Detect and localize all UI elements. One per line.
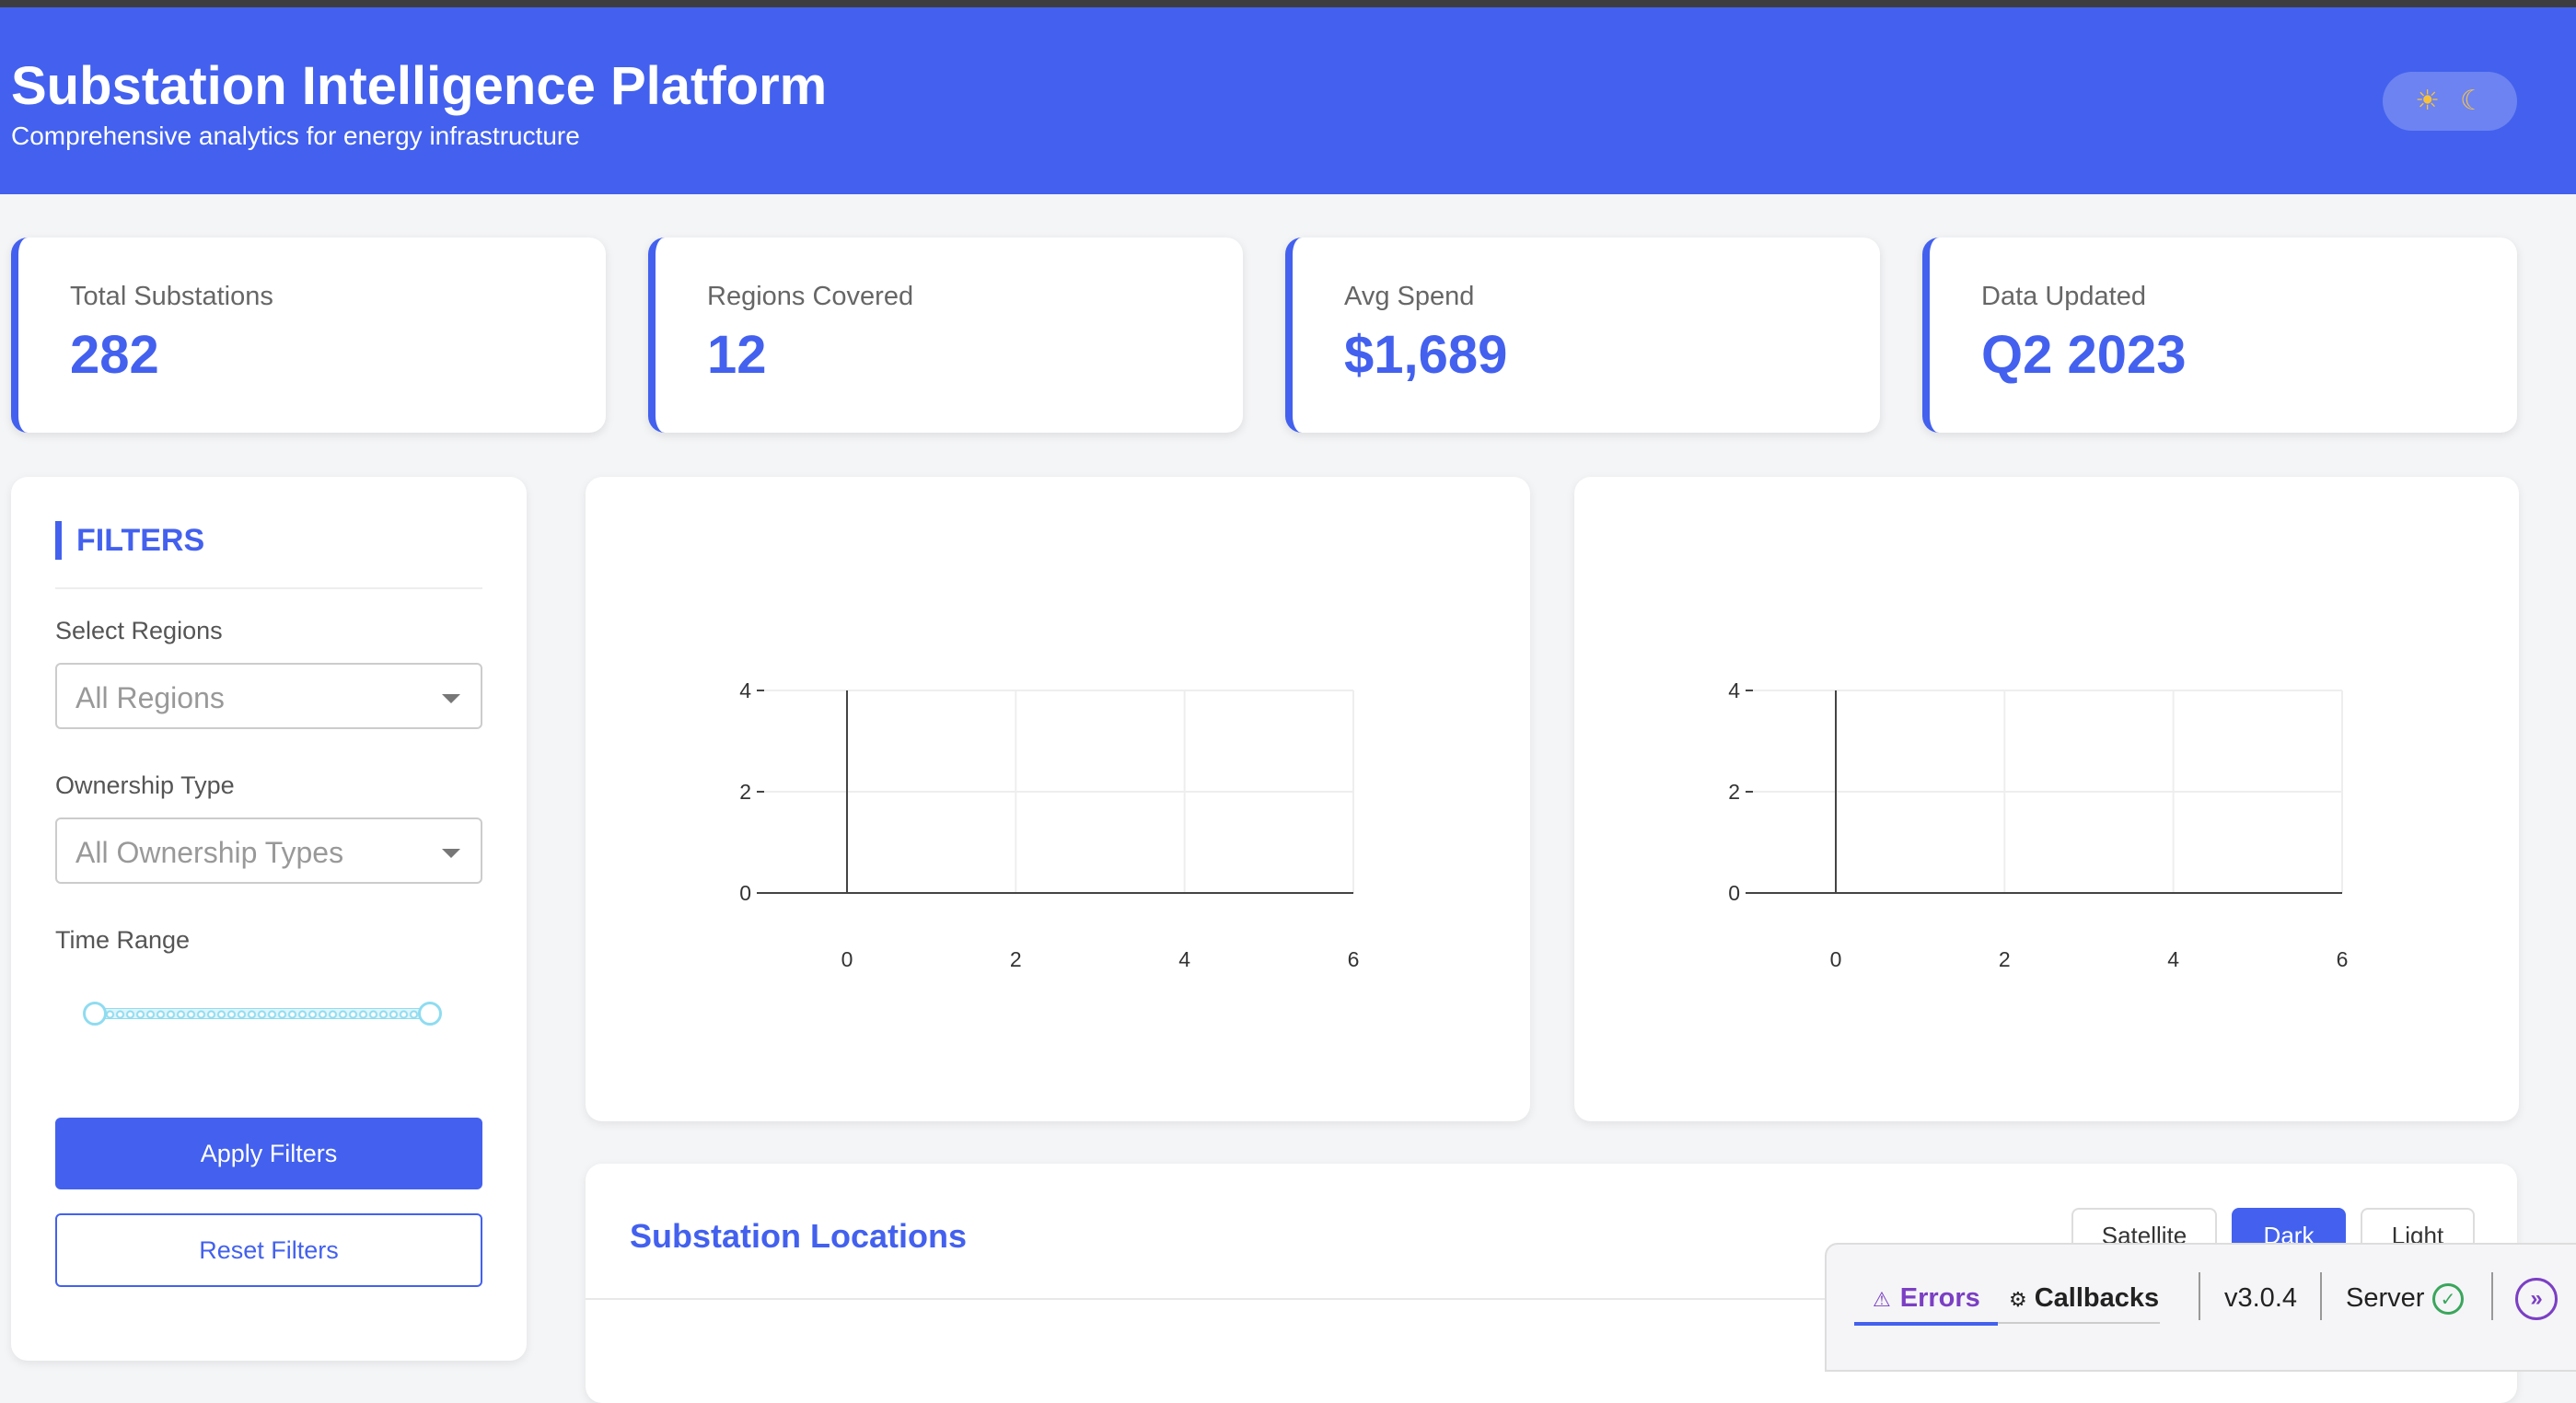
chart-2[interactable]: 0 2 4 0 2 4 6 bbox=[1574, 477, 2519, 1121]
map-title: Substation Locations bbox=[630, 1217, 968, 1255]
x-tick-label: 4 bbox=[1178, 947, 1190, 971]
x-tick-label: 6 bbox=[2337, 947, 2349, 971]
x-tick-label: 2 bbox=[1010, 947, 1022, 971]
y-tick-label: 2 bbox=[1728, 780, 1740, 804]
page-title: Substation Intelligence Platform bbox=[11, 56, 828, 116]
errors-label: Errors bbox=[1899, 1283, 1980, 1313]
errors-tab-underline bbox=[1854, 1322, 1998, 1326]
reset-filters-button[interactable]: Reset Filters bbox=[55, 1213, 482, 1287]
callbacks-tab-underline bbox=[1998, 1322, 2160, 1324]
stat-card-regions-covered: Regions Covered 12 bbox=[648, 238, 1243, 433]
stat-value: Q2 2023 bbox=[1981, 325, 2187, 385]
moon-icon: ☾ bbox=[2460, 86, 2485, 116]
stat-value: 282 bbox=[70, 325, 159, 385]
stat-card-total-substations: Total Substations 282 bbox=[11, 238, 606, 433]
server-status-check-icon: ✓ bbox=[2432, 1283, 2464, 1315]
callback-graph-icon: ⚙ bbox=[2009, 1288, 2027, 1311]
x-tick-label: 0 bbox=[841, 947, 853, 971]
theme-toggle[interactable]: ☀ ☾ bbox=[2383, 72, 2517, 131]
stat-card-data-updated: Data Updated Q2 2023 bbox=[1922, 238, 2517, 433]
stat-label: Data Updated bbox=[1981, 282, 2146, 311]
chart-1[interactable]: 0 2 4 0 2 4 6 bbox=[586, 477, 1530, 1121]
stat-value: $1,689 bbox=[1344, 325, 1508, 385]
sun-icon: ☀ bbox=[2415, 86, 2440, 116]
chart-card-1: 0 2 4 0 2 4 6 bbox=[586, 477, 1530, 1121]
page-subtitle: Comprehensive analytics for energy infra… bbox=[11, 122, 580, 150]
server-label: Server bbox=[2346, 1283, 2425, 1313]
y-tick-label: 4 bbox=[739, 678, 751, 702]
stat-label: Regions Covered bbox=[707, 282, 914, 311]
y-tick-label: 0 bbox=[739, 881, 751, 905]
stat-value: 12 bbox=[707, 325, 767, 385]
errors-tab[interactable]: ⚠ Errors bbox=[1873, 1283, 1980, 1314]
expand-devtools-icon[interactable]: » bbox=[2515, 1278, 2558, 1320]
ownership-dropdown[interactable]: All Ownership Types bbox=[55, 817, 482, 884]
dev-tools-bar: ⚠ Errors ⚙ Callbacks v3.0.4 Server ✓ » bbox=[1825, 1243, 2576, 1372]
version-label: v3.0.4 bbox=[2224, 1283, 2297, 1313]
callbacks-tab[interactable]: ⚙ Callbacks bbox=[2009, 1283, 2159, 1314]
filters-divider bbox=[55, 587, 482, 589]
devtools-separator bbox=[2320, 1272, 2322, 1320]
warning-icon: ⚠ bbox=[1873, 1288, 1891, 1311]
stat-label: Total Substations bbox=[70, 282, 273, 311]
devtools-separator bbox=[2199, 1272, 2200, 1320]
stat-label: Avg Spend bbox=[1344, 282, 1475, 311]
window-top-border bbox=[0, 0, 2576, 7]
apply-filters-button[interactable]: Apply Filters bbox=[55, 1118, 482, 1189]
slider-handle-end[interactable] bbox=[418, 1002, 442, 1026]
regions-placeholder: All Regions bbox=[75, 681, 225, 714]
chart-card-2: 0 2 4 0 2 4 6 bbox=[1574, 477, 2519, 1121]
regions-dropdown[interactable]: All Regions bbox=[55, 663, 482, 729]
time-range-slider[interactable] bbox=[83, 1000, 442, 1027]
y-tick-label: 0 bbox=[1728, 881, 1740, 905]
chevron-down-icon bbox=[442, 694, 460, 703]
x-tick-label: 4 bbox=[2167, 947, 2179, 971]
x-tick-label: 2 bbox=[1999, 947, 2011, 971]
regions-label: Select Regions bbox=[55, 617, 223, 644]
x-tick-label: 0 bbox=[1830, 947, 1842, 971]
devtools-separator bbox=[2491, 1272, 2493, 1320]
y-tick-label: 2 bbox=[739, 780, 751, 804]
ownership-label: Ownership Type bbox=[55, 771, 235, 799]
stat-card-avg-spend: Avg Spend $1,689 bbox=[1285, 238, 1880, 433]
filters-title: FILTERS bbox=[55, 521, 204, 560]
slider-handle-start[interactable] bbox=[83, 1002, 107, 1026]
ownership-placeholder: All Ownership Types bbox=[75, 836, 344, 869]
app-header: Substation Intelligence Platform Compreh… bbox=[0, 7, 2576, 194]
y-tick-label: 4 bbox=[1728, 678, 1740, 702]
chevron-down-icon bbox=[442, 849, 460, 858]
time-range-label: Time Range bbox=[55, 926, 191, 954]
slider-track[interactable] bbox=[94, 1008, 431, 1019]
x-tick-label: 6 bbox=[1348, 947, 1360, 971]
callbacks-label: Callbacks bbox=[2034, 1283, 2160, 1313]
